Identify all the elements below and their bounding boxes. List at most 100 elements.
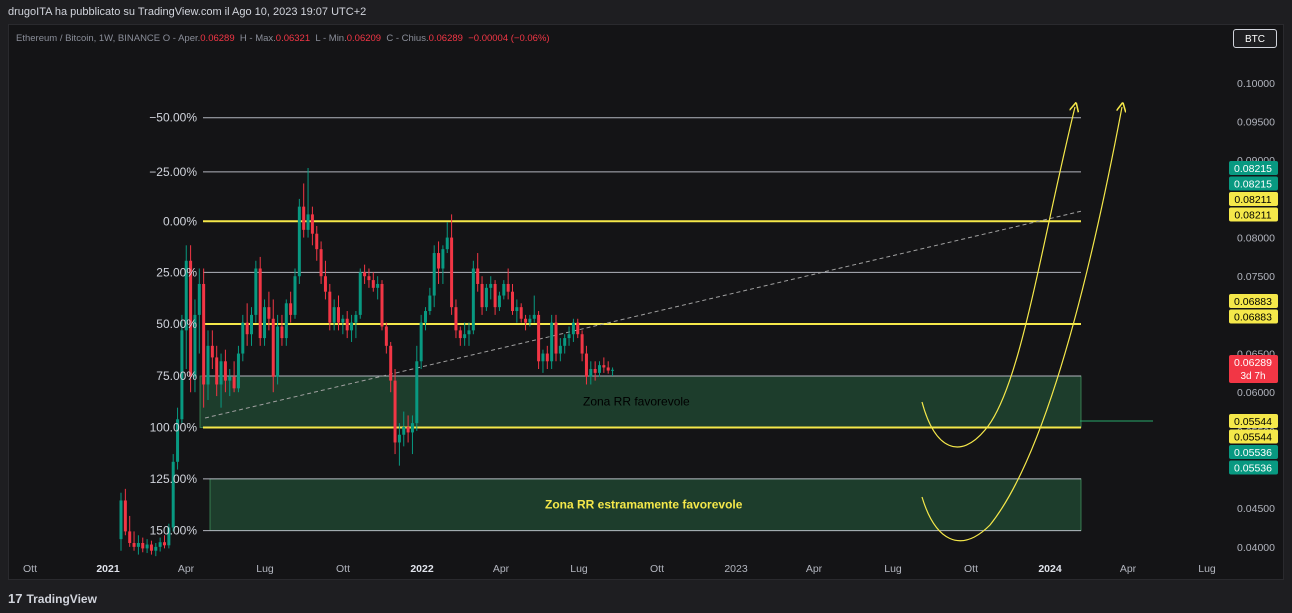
candle-body[interactable] (393, 380, 397, 443)
candle-body[interactable] (284, 303, 288, 339)
candle-body[interactable] (484, 287, 488, 308)
candle-body[interactable] (493, 283, 497, 308)
candle-body[interactable] (363, 272, 367, 277)
candle-body[interactable] (524, 318, 528, 323)
candle-body[interactable] (515, 307, 519, 312)
candle-body[interactable] (154, 546, 158, 551)
candle-body[interactable] (541, 353, 545, 362)
candle-body[interactable] (289, 303, 293, 315)
candle-body[interactable] (506, 283, 510, 292)
candle-body[interactable] (384, 326, 388, 346)
candle-body[interactable] (263, 307, 267, 339)
candle-body[interactable] (471, 268, 475, 331)
candle-body[interactable] (119, 500, 123, 540)
candle-body[interactable] (454, 307, 458, 331)
candle-body[interactable] (210, 345, 214, 358)
tradingview-logo[interactable]: 17 TradingView (8, 591, 97, 606)
candle-body[interactable] (337, 307, 340, 323)
candle-body[interactable] (576, 322, 580, 335)
candle-body[interactable] (271, 318, 275, 377)
candle-body[interactable] (276, 326, 280, 377)
candle-body[interactable] (480, 283, 484, 308)
candle-body[interactable] (419, 322, 423, 362)
candle-body[interactable] (598, 365, 601, 373)
candle-body[interactable] (410, 423, 414, 433)
candle-body[interactable] (215, 357, 219, 385)
candle-body[interactable] (593, 369, 597, 373)
candle-body[interactable] (341, 318, 345, 323)
candle-body[interactable] (241, 322, 245, 354)
candle-body[interactable] (228, 376, 232, 381)
candle-body[interactable] (297, 206, 301, 277)
chart-canvas[interactable]: 0.100000.095000.090000.085000.080000.075… (0, 0, 1292, 613)
candle-body[interactable] (315, 233, 319, 250)
candle-body[interactable] (554, 322, 558, 354)
candle-body[interactable] (323, 276, 327, 292)
candle-body[interactable] (606, 367, 610, 371)
candle-body[interactable] (250, 314, 253, 335)
candle-body[interactable] (332, 307, 336, 323)
candle-body[interactable] (389, 345, 393, 381)
candle-body[interactable] (589, 369, 593, 377)
candle-body[interactable] (463, 334, 467, 339)
candle-body[interactable] (371, 280, 375, 288)
candle-body[interactable] (223, 361, 227, 381)
candle-body[interactable] (458, 330, 462, 339)
candle-body[interactable] (580, 334, 584, 354)
candle-body[interactable] (367, 276, 371, 281)
candle-body[interactable] (445, 237, 449, 250)
candle-body[interactable] (502, 283, 506, 296)
candle-body[interactable] (163, 542, 166, 546)
candle-body[interactable] (532, 314, 536, 319)
candle-body[interactable] (206, 345, 210, 385)
candle-body[interactable] (132, 542, 136, 547)
candle-body[interactable] (245, 322, 249, 335)
candle-body[interactable] (145, 544, 149, 549)
candle-body[interactable] (489, 283, 493, 288)
candle-body[interactable] (567, 334, 571, 339)
candle-body[interactable] (497, 295, 501, 308)
candle-body[interactable] (476, 268, 480, 284)
candle-body[interactable] (571, 322, 575, 335)
candle-body[interactable] (441, 249, 445, 269)
candle-body[interactable] (511, 291, 514, 312)
candle-body[interactable] (254, 268, 258, 315)
candle-body[interactable] (149, 544, 153, 551)
candle-body[interactable] (280, 326, 284, 339)
candle-body[interactable] (123, 500, 127, 532)
candle-body[interactable] (611, 369, 615, 371)
candle-body[interactable] (432, 253, 436, 296)
candle-body[interactable] (437, 253, 441, 269)
candle-body[interactable] (136, 542, 140, 547)
candle-body[interactable] (258, 268, 262, 339)
candle-body[interactable] (306, 214, 310, 230)
candle-body[interactable] (519, 307, 523, 319)
candle-body[interactable] (158, 542, 162, 547)
candle-body[interactable] (537, 314, 541, 362)
candle-body[interactable] (202, 283, 206, 385)
candle-body[interactable] (424, 311, 427, 323)
candle-body[interactable] (128, 531, 132, 543)
candle-body[interactable] (402, 427, 406, 435)
candle-body[interactable] (380, 283, 384, 327)
candle-body[interactable] (550, 322, 554, 362)
candle-body[interactable] (197, 283, 201, 315)
candle-body[interactable] (415, 361, 419, 424)
candle-body[interactable] (302, 206, 306, 230)
candle-body[interactable] (558, 345, 562, 354)
candle-body[interactable] (602, 365, 606, 368)
candle-body[interactable] (545, 353, 549, 362)
candle-body[interactable] (141, 542, 145, 549)
candle-body[interactable] (236, 353, 240, 389)
candle-body[interactable] (358, 272, 362, 315)
candle-body[interactable] (350, 322, 354, 331)
candle-body[interactable] (267, 307, 271, 319)
candle-body[interactable] (450, 237, 454, 308)
candle-body[interactable] (563, 338, 567, 346)
candle-body[interactable] (328, 291, 332, 323)
candle-body[interactable] (293, 276, 297, 315)
candle-body[interactable] (584, 353, 588, 377)
candle-body[interactable] (354, 314, 358, 323)
candle-body[interactable] (219, 361, 223, 385)
candle-body[interactable] (397, 434, 401, 443)
